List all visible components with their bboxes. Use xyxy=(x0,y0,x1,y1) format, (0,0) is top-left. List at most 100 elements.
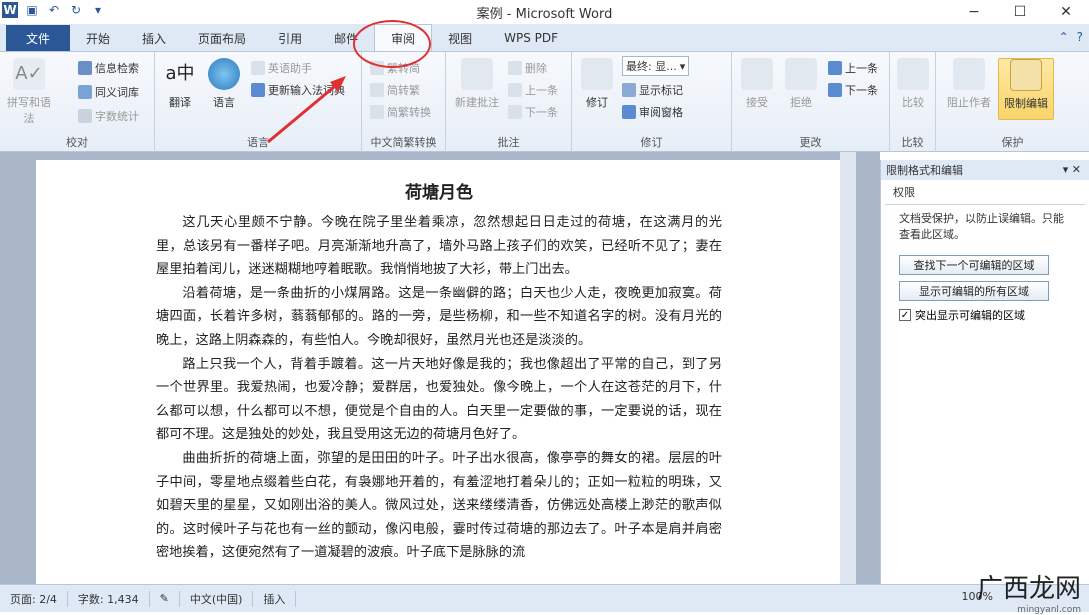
translate-button[interactable]: a中 翻译 xyxy=(157,58,203,110)
window-title: 案例 - Microsoft Word xyxy=(476,7,613,22)
previous-icon xyxy=(508,83,522,97)
assistant-icon xyxy=(251,61,265,75)
show-markup-button[interactable]: 显示标记 xyxy=(622,80,683,100)
watermark-brand: 广西龙网 xyxy=(976,574,1081,604)
tab-file[interactable]: 文件 xyxy=(6,25,71,51)
english-assistant-button[interactable]: 英语助手 xyxy=(251,58,312,78)
group-proofing: A✓ 拼写和语法 信息检索 同义词库 字数统计 校对 xyxy=(0,52,155,152)
previous-comment-button[interactable]: 上一条 xyxy=(508,80,558,100)
pane-header: 限制格式和编辑 ▾ ✕ xyxy=(881,160,1089,180)
compare-icon xyxy=(897,58,929,90)
reject-button[interactable]: 拒绝 xyxy=(778,58,824,110)
paragraph: 路上只我一个人，背着手踱着。这一片天地好像是我的；我也像超出了平常的自己，到了另… xyxy=(156,356,722,443)
group-language: a中 翻译 语言 英语助手 更新输入法词典 语言 xyxy=(155,52,362,152)
translate-icon: a中 xyxy=(165,63,195,84)
block-authors-button[interactable]: 阻止作者 xyxy=(940,58,998,110)
next-change-button[interactable]: 下一条 xyxy=(828,80,878,100)
maximize-button[interactable]: ☐ xyxy=(997,0,1043,24)
ime-icon xyxy=(251,83,265,97)
research-button[interactable]: 信息检索 xyxy=(78,58,139,78)
group-compare: 比较 比较 xyxy=(890,52,936,152)
document-workspace: 荷塘月色 这几天心里颇不宁静。今晚在院子里坐着乘凉，忽然想起日日走过的荷塘，在这… xyxy=(0,152,880,584)
group-changes: 接受 拒绝 上一条 下一条 更改 xyxy=(732,52,890,152)
spelling-button[interactable]: A✓ 拼写和语法 xyxy=(6,58,52,126)
group-protect: 阻止作者 限制编辑 保护 xyxy=(936,52,1089,152)
track-changes-icon xyxy=(581,58,613,90)
research-icon xyxy=(78,61,92,75)
tab-view[interactable]: 视图 xyxy=(432,25,488,51)
tab-page-layout[interactable]: 页面布局 xyxy=(182,25,262,51)
globe-icon xyxy=(208,58,240,90)
group-chinese-conversion: 繁转简 简转繁 简繁转换 中文简繁转换 xyxy=(362,52,446,152)
next-icon xyxy=(508,105,522,119)
word-count-icon xyxy=(78,109,92,123)
accept-button[interactable]: 接受 xyxy=(734,58,780,110)
simplified-to-traditional-button[interactable]: 简转繁 xyxy=(370,80,420,100)
spelling-icon: A✓ xyxy=(13,58,45,90)
pane-close-icon[interactable]: ▾ ✕ xyxy=(1063,163,1081,176)
compare-button[interactable]: 比较 xyxy=(890,58,936,110)
document-title: 荷塘月色 xyxy=(405,183,473,203)
reject-icon xyxy=(785,58,817,90)
document-body[interactable]: 荷塘月色 这几天心里颇不宁静。今晚在院子里坐着乘凉，忽然想起日日走过的荷塘，在这… xyxy=(156,178,722,565)
tab-insert[interactable]: 插入 xyxy=(126,25,182,51)
highlight-regions-checkbox[interactable]: ✓ 突出显示可编辑的区域 xyxy=(899,307,1089,323)
protection-info: 文档受保护，以防止误编辑。只能查看此区域。 xyxy=(899,212,1064,241)
show-all-regions-button[interactable]: 显示可编辑的所有区域 xyxy=(899,281,1049,301)
vertical-scrollbar[interactable] xyxy=(840,152,856,584)
update-ime-button[interactable]: 更新输入法词典 xyxy=(251,80,345,100)
previous-change-button[interactable]: 上一条 xyxy=(828,58,878,78)
minimize-button[interactable]: − xyxy=(951,0,997,24)
ribbon: A✓ 拼写和语法 信息检索 同义词库 字数统计 校对 a中 翻译 语言 英语助手… xyxy=(0,52,1089,152)
paragraph: 沿着荷塘，是一条曲折的小煤屑路。这是一条幽僻的路；白天也少人走，夜晚更加寂寞。荷… xyxy=(156,285,722,348)
word-count[interactable]: 字数: 1,434 xyxy=(68,590,150,607)
title-bar: W ▣ ↶ ↻ ▾ 案例 - Microsoft Word − ☐ ✕ xyxy=(0,0,1089,24)
find-next-region-button[interactable]: 查找下一个可编辑的区域 xyxy=(899,255,1049,275)
next-change-icon xyxy=(828,83,842,97)
watermark: 广西龙网 mingyanl.com xyxy=(977,568,1081,615)
markup-icon xyxy=(622,83,636,97)
display-for-review-select[interactable]: 最终: 显... ▾ xyxy=(622,56,690,76)
group-tracking: 修订 最终: 显... ▾ 显示标记 审阅窗格 修订 xyxy=(572,52,732,152)
pane-icon xyxy=(622,105,636,119)
help-icon[interactable]: ? xyxy=(1077,30,1083,44)
new-comment-button[interactable]: 新建批注 xyxy=(450,58,504,110)
paragraph: 曲曲折折的荷塘上面，弥望的是田田的叶子。叶子出水很高，像亭亭的舞女的裙。层层的叶… xyxy=(156,450,722,561)
word-count-button[interactable]: 字数统计 xyxy=(78,106,139,126)
delete-icon xyxy=(508,61,522,75)
document-page[interactable]: 荷塘月色 这几天心里颇不宁静。今晚在院子里坐着乘凉，忽然想起日日走过的荷塘，在这… xyxy=(36,160,840,584)
accept-icon xyxy=(741,58,773,90)
s2t-icon xyxy=(370,83,384,97)
comment-icon xyxy=(461,58,493,90)
page-indicator[interactable]: 页面: 2/4 xyxy=(0,590,68,607)
group-comments: 新建批注 删除 上一条 下一条 批注 xyxy=(446,52,572,152)
chevron-down-icon: ▾ xyxy=(679,59,686,73)
thesaurus-icon xyxy=(78,85,92,99)
thesaurus-button[interactable]: 同义词库 xyxy=(78,82,139,102)
block-authors-icon xyxy=(953,58,985,90)
restrict-editing-pane: 限制格式和编辑 ▾ ✕ 权限 文档受保护，以防止误编辑。只能查看此区域。 查找下… xyxy=(880,160,1089,584)
annotation-circle xyxy=(353,20,431,68)
chinese-convert-button[interactable]: 简繁转换 xyxy=(370,102,431,122)
delete-comment-button[interactable]: 删除 xyxy=(508,58,547,78)
language-indicator[interactable]: 中文(中国) xyxy=(180,590,254,607)
ribbon-collapse-icon[interactable]: ⌃ xyxy=(1059,30,1069,44)
next-comment-button[interactable]: 下一条 xyxy=(508,102,558,122)
permission-section: 权限 xyxy=(885,180,1085,205)
restrict-editing-button[interactable]: 限制编辑 xyxy=(998,58,1054,120)
ribbon-tabs: 文件 开始 插入 页面布局 引用 邮件 审阅 视图 WPS PDF xyxy=(0,24,1089,52)
proofing-status-icon[interactable]: ✎ xyxy=(150,590,180,607)
reviewing-pane-button[interactable]: 审阅窗格 xyxy=(622,102,683,122)
language-button[interactable]: 语言 xyxy=(201,58,247,110)
previous-change-icon xyxy=(828,61,842,75)
tab-references[interactable]: 引用 xyxy=(262,25,318,51)
tab-home[interactable]: 开始 xyxy=(70,25,126,51)
close-button[interactable]: ✕ xyxy=(1043,0,1089,24)
insert-mode[interactable]: 插入 xyxy=(253,590,297,607)
checkbox-checked-icon: ✓ xyxy=(899,309,911,321)
convert-icon xyxy=(370,105,384,119)
watermark-url: mingyanl.com xyxy=(1017,605,1081,615)
status-bar: 页面: 2/4 字数: 1,434 ✎ 中文(中国) 插入 xyxy=(0,584,1089,612)
track-changes-button[interactable]: 修订 xyxy=(574,58,620,110)
tab-wps-pdf[interactable]: WPS PDF xyxy=(488,25,574,51)
